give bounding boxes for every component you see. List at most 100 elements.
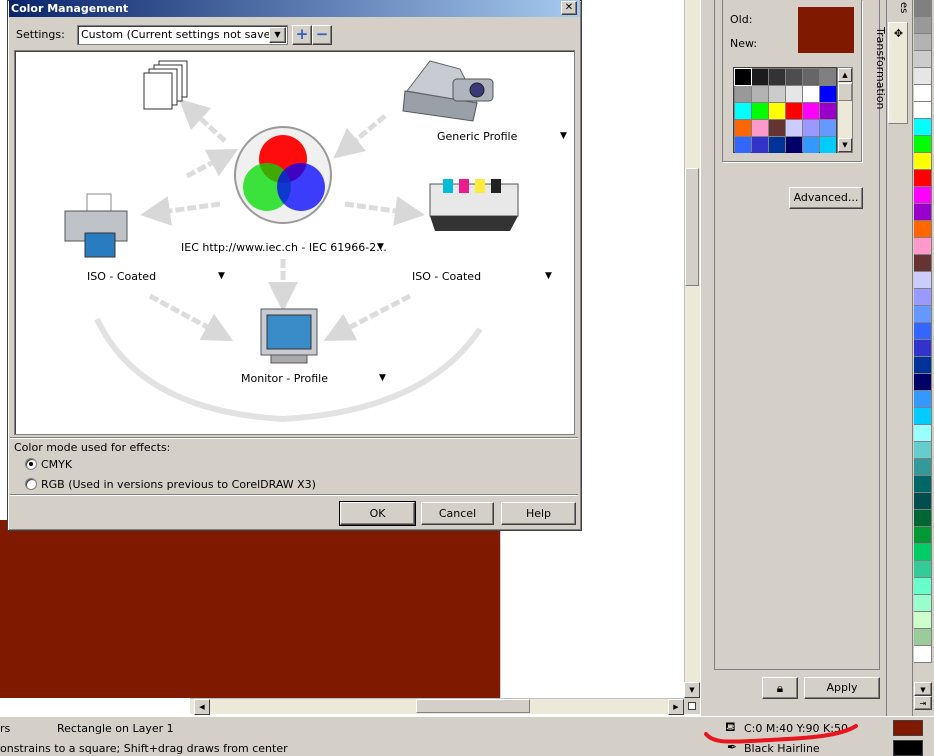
palette-strip-swatch[interactable]	[914, 646, 932, 663]
palette-strip-swatch[interactable]	[914, 340, 932, 357]
palette-strip-swatch[interactable]	[914, 408, 932, 425]
outline-color-swatch[interactable]	[893, 740, 923, 756]
palette-strip-swatch[interactable]	[914, 374, 932, 391]
palette-strip-swatch[interactable]	[914, 442, 932, 459]
palette-strip-swatch[interactable]	[914, 34, 932, 51]
vertical-scroll-thumb[interactable]	[685, 168, 699, 286]
palette-strip-swatch[interactable]	[914, 17, 932, 34]
palette-strip-swatch[interactable]	[914, 544, 932, 561]
horizontal-scroll-thumb[interactable]	[416, 699, 530, 713]
palette-strip-swatch[interactable]	[914, 136, 932, 153]
palette-swatch[interactable]	[803, 120, 819, 136]
palette-strip-swatch[interactable]	[914, 493, 932, 510]
palette-strip-swatch[interactable]	[914, 119, 932, 136]
palette-swatch[interactable]	[803, 103, 819, 119]
monitor-profile-label[interactable]: Monitor - Profile	[241, 372, 328, 385]
radio-cmyk-label[interactable]: CMYK	[41, 458, 72, 471]
palette-swatch[interactable]	[769, 120, 785, 136]
palette-swatch[interactable]	[820, 69, 836, 85]
chevron-down-icon[interactable]: ▼	[379, 373, 386, 383]
palette-swatch[interactable]	[752, 120, 768, 136]
scroll-down-button[interactable]: ▼	[684, 682, 700, 698]
palette-swatch[interactable]	[803, 86, 819, 102]
palette-strip-swatch[interactable]	[914, 425, 932, 442]
separations-profile-label[interactable]: ISO - Coated	[412, 270, 481, 283]
cancel-button[interactable]: Cancel	[421, 502, 494, 525]
palette-strip-swatch[interactable]	[914, 391, 932, 408]
palette-strip-swatch[interactable]	[914, 68, 932, 85]
palette-swatch[interactable]	[820, 137, 836, 153]
palette-swatch[interactable]	[735, 137, 751, 153]
palette-swatch[interactable]	[752, 86, 768, 102]
palette-swatch[interactable]	[752, 69, 768, 85]
palette-swatch[interactable]	[786, 103, 802, 119]
palette-strip-swatch[interactable]	[914, 357, 932, 374]
fill-color-swatch[interactable]	[893, 720, 923, 736]
palette-strip-swatch[interactable]	[914, 459, 932, 476]
palette-scroll-up-icon[interactable]: ▲	[838, 68, 852, 82]
palette-strip-swatch[interactable]	[914, 510, 932, 527]
advanced-button[interactable]: Advanced...	[789, 187, 863, 209]
palette-swatch[interactable]	[735, 86, 751, 102]
palette-swatch[interactable]	[769, 86, 785, 102]
palette-strip-swatch[interactable]	[914, 187, 932, 204]
scroll-left-button[interactable]: ◀	[194, 699, 210, 715]
settings-dropdown[interactable]: Custom (Current settings not saved)	[77, 25, 288, 45]
tab-transformation[interactable]: ✥ Transformation	[874, 22, 908, 124]
palette-swatch[interactable]	[769, 137, 785, 153]
chevron-down-icon[interactable]: ▼	[560, 131, 567, 141]
palette-swatch[interactable]	[752, 103, 768, 119]
palette-swatch[interactable]	[735, 120, 751, 136]
palette-strip-swatch[interactable]	[914, 102, 932, 119]
selected-rectangle[interactable]	[0, 520, 500, 698]
palette-strip-swatch[interactable]	[914, 561, 932, 578]
palette-swatch[interactable]	[752, 137, 768, 153]
chevron-down-icon[interactable]: ▼	[545, 271, 552, 281]
color-palette-grid[interactable]	[733, 67, 837, 153]
scroll-right-button[interactable]: ▶	[668, 699, 684, 715]
palette-strip-swatch[interactable]	[914, 306, 932, 323]
radio-cmyk[interactable]	[25, 458, 37, 470]
chevron-down-icon[interactable]: ▼	[218, 271, 225, 281]
printer-profile-label[interactable]: ISO - Coated	[87, 270, 156, 283]
remove-preset-button[interactable]: −	[312, 25, 332, 45]
palette-strip-swatch[interactable]	[914, 255, 932, 272]
palette-strip-swatch[interactable]	[914, 629, 932, 646]
palette-strip-swatch[interactable]	[914, 272, 932, 289]
palette-strip-swatch[interactable]	[914, 51, 932, 68]
palette-strip-swatch[interactable]	[914, 170, 932, 187]
palette-scrollbar[interactable]: ▲ ▼	[837, 67, 853, 153]
palette-strip-swatch[interactable]	[914, 0, 932, 17]
rgb-profile-label[interactable]: IEC http://www.iec.ch - IEC 61966-2...	[181, 241, 387, 254]
radio-rgb[interactable]	[25, 478, 37, 490]
help-button[interactable]: Help	[501, 502, 576, 525]
palette-swatch[interactable]	[769, 69, 785, 85]
ok-button[interactable]: OK	[339, 501, 416, 526]
palette-strip-swatch[interactable]	[914, 578, 932, 595]
palette-strip-swatch[interactable]	[914, 595, 932, 612]
chevron-down-icon[interactable]: ▼	[377, 242, 384, 252]
palette-scroll-down-button[interactable]: ▼	[914, 682, 932, 696]
palette-swatch[interactable]	[820, 103, 836, 119]
radio-rgb-label[interactable]: RGB (Used in versions previous to CorelD…	[41, 478, 316, 491]
palette-scroll-end-button[interactable]: ⇥	[914, 696, 932, 710]
palette-strip-swatches[interactable]	[914, 0, 932, 663]
palette-swatch[interactable]	[786, 69, 802, 85]
palette-strip-swatch[interactable]	[914, 289, 932, 306]
palette-strip-swatch[interactable]	[914, 323, 932, 340]
palette-strip-swatch[interactable]	[914, 612, 932, 629]
palette-swatch[interactable]	[786, 86, 802, 102]
palette-swatch[interactable]	[786, 120, 802, 136]
palette-scroll-thumb[interactable]	[838, 83, 852, 101]
vertical-scrollbar[interactable]	[684, 0, 700, 698]
palette-strip-swatch[interactable]	[914, 527, 932, 544]
palette-swatch[interactable]	[735, 103, 751, 119]
settings-dropdown-arrow[interactable]: ▼	[269, 27, 286, 43]
scanner-profile-label[interactable]: Generic Profile	[437, 130, 517, 143]
palette-swatch[interactable]	[769, 103, 785, 119]
apply-button[interactable]: Apply	[804, 677, 880, 699]
palette-strip-swatch[interactable]	[914, 221, 932, 238]
close-button[interactable]: ✕	[561, 1, 577, 15]
add-preset-button[interactable]: +	[292, 25, 312, 45]
palette-strip-swatch[interactable]	[914, 204, 932, 221]
